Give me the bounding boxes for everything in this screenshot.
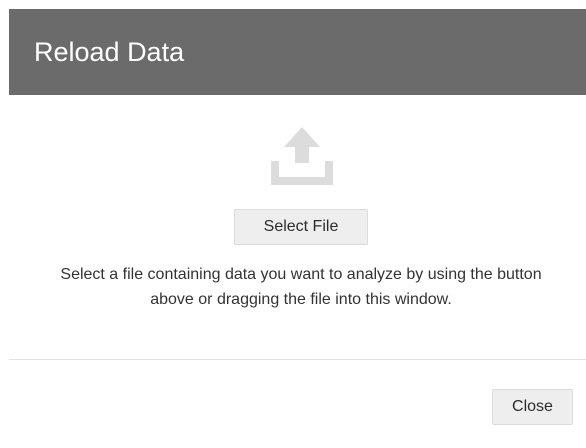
dialog-title: Reload Data (34, 37, 185, 67)
upload-icon (271, 127, 333, 185)
instructions-text: Select a file containing data you want t… (60, 266, 542, 308)
footer-divider (9, 359, 586, 360)
close-button[interactable]: Close (492, 389, 573, 425)
dialog-header: Reload Data (9, 9, 586, 95)
reload-data-dialog: Reload Data Select File Select a file co… (9, 9, 586, 448)
select-file-button[interactable]: Select File (234, 209, 368, 245)
